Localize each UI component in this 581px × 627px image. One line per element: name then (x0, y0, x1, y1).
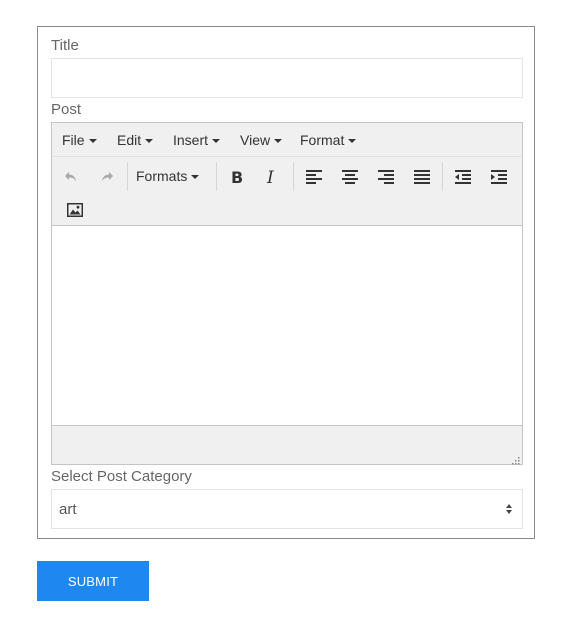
redo-icon (102, 172, 113, 182)
menu-edit[interactable]: Edit (117, 132, 154, 148)
editor-statusbar (52, 426, 522, 465)
menu-file[interactable]: File (62, 132, 97, 148)
caret-down-icon (274, 139, 283, 144)
indent-icon (491, 170, 507, 184)
toolbar-separator (442, 162, 443, 191)
rich-text-editor: File Edit Insert View Format Formats B I (51, 122, 523, 465)
post-label: Post (51, 101, 82, 118)
formats-dropdown[interactable]: Formats (136, 168, 200, 184)
menu-format-label: Format (300, 132, 345, 148)
post-form: Title Post File Edit Insert View Format (37, 26, 535, 539)
toolbar-separator (127, 162, 128, 191)
svg-text:B: B (231, 169, 243, 185)
align-left-button[interactable] (300, 163, 328, 191)
align-left-icon (306, 170, 322, 184)
caret-down-icon (191, 175, 200, 180)
editor-content-area[interactable] (52, 226, 522, 426)
caret-down-icon (145, 139, 154, 144)
toolbar-separator (216, 162, 217, 191)
outdent-button[interactable] (449, 163, 477, 191)
category-select[interactable]: art (51, 489, 523, 529)
menu-edit-label: Edit (117, 132, 142, 148)
menu-file-label: File (62, 132, 85, 148)
menu-insert[interactable]: Insert (173, 132, 221, 148)
redo-button[interactable] (93, 163, 121, 191)
italic-button[interactable]: I (258, 163, 286, 191)
image-icon (67, 203, 83, 217)
editor-menubar: File Edit Insert View Format (52, 123, 522, 157)
insert-image-button[interactable] (61, 196, 89, 224)
menu-view-label: View (240, 132, 271, 148)
align-right-button[interactable] (372, 163, 400, 191)
title-label: Title (51, 37, 79, 54)
submit-button[interactable]: SUBMIT (37, 561, 149, 601)
category-label: Select Post Category (51, 468, 192, 485)
toolbar-separator (293, 162, 294, 191)
italic-icon: I (266, 169, 274, 185)
menu-view[interactable]: View (240, 132, 283, 148)
caret-down-icon (88, 139, 97, 144)
menu-insert-label: Insert (173, 132, 209, 148)
outdent-icon (455, 170, 471, 184)
menu-format[interactable]: Format (300, 132, 357, 148)
undo-icon (65, 172, 76, 182)
indent-button[interactable] (485, 163, 513, 191)
undo-button[interactable] (57, 163, 85, 191)
category-selected-value: art (59, 501, 77, 518)
svg-text:I: I (266, 169, 274, 185)
align-center-button[interactable] (336, 163, 364, 191)
caret-down-icon (212, 139, 221, 144)
caret-down-icon (348, 139, 357, 144)
bold-button[interactable]: B (222, 163, 250, 191)
editor-toolbar: Formats B I (52, 157, 522, 226)
align-justify-button[interactable] (408, 163, 436, 191)
align-center-icon (342, 170, 358, 184)
align-justify-icon (414, 170, 430, 184)
formats-label: Formats (136, 168, 188, 184)
resize-handle-icon[interactable] (510, 452, 520, 465)
bold-icon: B (231, 169, 243, 185)
select-arrows-icon (506, 504, 512, 514)
align-right-icon (378, 170, 394, 184)
title-input[interactable] (51, 58, 523, 98)
